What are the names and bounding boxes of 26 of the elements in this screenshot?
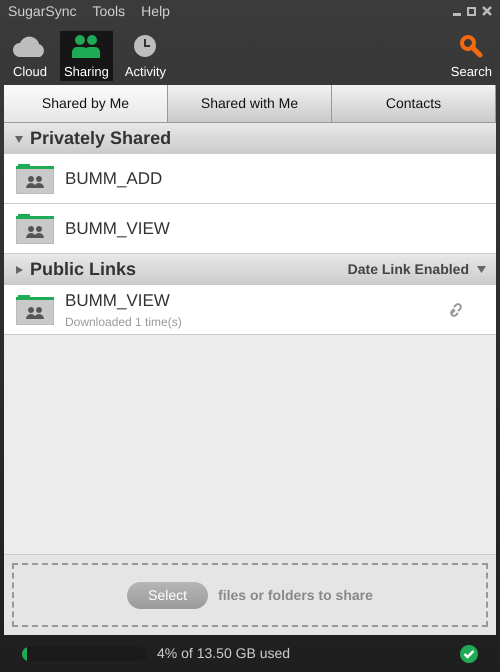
- menu-item[interactable]: Tools: [92, 0, 126, 22]
- minimize-icon[interactable]: [453, 12, 461, 16]
- search-icon: [459, 34, 484, 58]
- toolbar-button[interactable]: Activity: [120, 31, 170, 81]
- maximize-icon[interactable]: [467, 6, 476, 16]
- toolbar-button[interactable]: Sharing: [60, 31, 113, 81]
- menu-item[interactable]: Help: [141, 0, 170, 22]
- shared-folder-row[interactable]: BUMM_VIEW Downloaded 1 time(s): [4, 285, 496, 335]
- shared-folder-icon: [16, 164, 54, 194]
- link-icon[interactable]: [448, 302, 464, 316]
- shared-folder-icon: [16, 294, 54, 324]
- shared-folder-icon: [16, 214, 54, 244]
- clock-icon: [133, 34, 158, 58]
- shared-folder-row[interactable]: BUMM_ADD: [4, 154, 496, 204]
- toolbar-button[interactable]: Cloud: [8, 31, 52, 81]
- tab[interactable]: Contacts: [332, 85, 496, 122]
- drop-zone-text: files or folders to share: [218, 586, 373, 604]
- people-icon: [71, 34, 102, 58]
- dropdown-icon: [477, 266, 486, 273]
- search-button[interactable]: Search: [450, 34, 492, 81]
- shared-folder-row[interactable]: BUMM_VIEW: [4, 204, 496, 254]
- storage-usage: 4% of 13.50 GB used: [157, 644, 290, 663]
- tab[interactable]: Shared by Me: [4, 85, 168, 122]
- close-icon[interactable]: [482, 6, 492, 16]
- menu-item[interactable]: SugarSync: [8, 0, 76, 22]
- tab[interactable]: Shared with Me: [168, 85, 332, 122]
